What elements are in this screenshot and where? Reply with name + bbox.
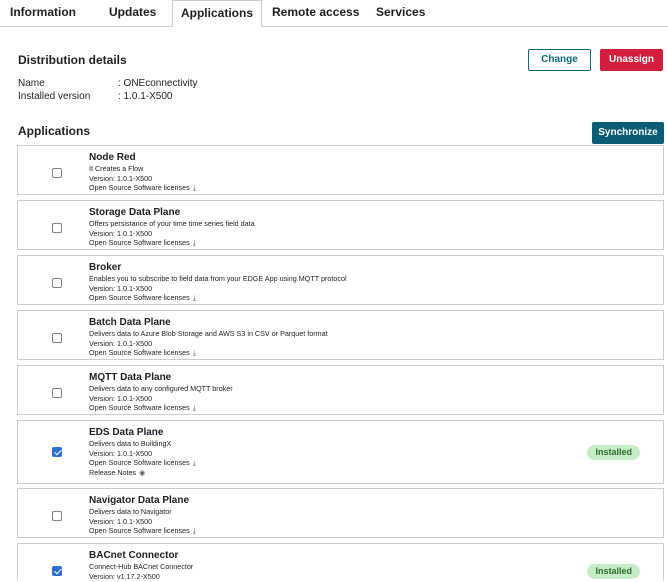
tab-services[interactable]: Services [376, 0, 425, 27]
download-icon[interactable]: ⤓ [193, 349, 196, 359]
application-version: Version: 1.0.1-X500 [89, 338, 153, 348]
licenses-link-label: Open Source Software licenses [89, 458, 190, 467]
download-icon[interactable]: ⤓ [193, 239, 196, 249]
application-card: Navigator Data Plane Delivers data to Nav… [17, 488, 664, 538]
application-description: Delivers data to Navigator [89, 507, 172, 516]
installed-badge: Installed [587, 564, 640, 579]
licenses-link[interactable]: Open Source Software licenses⤓ [89, 183, 196, 193]
application-name: Navigator Data Plane [89, 495, 190, 506]
application-checkbox[interactable] [52, 447, 62, 457]
download-icon[interactable]: ⤓ [193, 404, 196, 414]
application-name: Broker [89, 262, 122, 273]
application-name: EDS Data Plane [89, 427, 164, 438]
licenses-link-label: Open Source Software licenses [89, 293, 190, 302]
licenses-link[interactable]: Open Source Software licenses⤓ [89, 458, 196, 468]
application-description: Enables you to subscribe to field data f… [89, 274, 347, 283]
application-version: Version: 1.0.1-X500 [89, 283, 153, 293]
application-info: Storage Data Plane Offers persistance of … [89, 206, 255, 248]
licenses-link[interactable]: Open Source Software licenses⤓ [89, 403, 233, 413]
application-checkbox[interactable] [52, 566, 62, 576]
installed-version-value: : 1.0.1-X500 [118, 91, 173, 102]
application-checkbox[interactable] [52, 278, 62, 288]
application-description: Offers persistance of your time time ser… [89, 219, 255, 228]
application-card: Storage Data Plane Offers persistance of … [17, 200, 664, 250]
application-checkbox[interactable] [52, 333, 62, 343]
application-name: Batch Data Plane [89, 317, 171, 328]
application-name: BACnet Connector [89, 550, 179, 561]
licenses-link[interactable]: Open Source Software licenses⤓ [89, 526, 196, 536]
application-checkbox[interactable] [52, 223, 62, 233]
licenses-link[interactable]: Open Source Software licenses⤓ [89, 293, 347, 303]
release-notes-link[interactable]: Release Notes ◉ [89, 468, 196, 478]
scroll-fade [0, 578, 668, 582]
application-description: It Creates a Flow [89, 164, 144, 173]
application-checkbox[interactable] [52, 511, 62, 521]
application-version: Version: 1.0.1-X500 [89, 173, 153, 183]
application-version: Version: 1.0.1-X500 [89, 228, 153, 238]
licenses-link-label: Open Source Software licenses [89, 348, 190, 357]
licenses-link[interactable]: Open Source Software licenses⤓ [89, 348, 328, 358]
application-info: Batch Data Plane Delivers data to Azure B… [89, 316, 328, 358]
distribution-details-title: Distribution details [18, 53, 127, 67]
application-card: Node Red It Creates a Flow Version: 1.0.1-… [17, 145, 664, 195]
tab-bar: Information Updates Applications Remote … [0, 0, 668, 28]
licenses-link-label: Open Source Software licenses [89, 526, 190, 535]
licenses-link[interactable]: Open Source Software licenses⤓ [89, 238, 255, 248]
application-version: Version: 1.0.1-X500 [89, 516, 153, 526]
tab-remote-access[interactable]: Remote access [272, 0, 359, 27]
application-version: Version: 1.0.1-X500 [89, 393, 153, 403]
application-name: MQTT Data Plane [89, 372, 172, 383]
application-description: Delivers data to BuildingX [89, 439, 172, 448]
download-icon[interactable]: ⤓ [193, 527, 196, 537]
release-notes-label: Release Notes [89, 467, 137, 477]
application-version: Version: 1.0.1-X500 [89, 448, 153, 458]
application-card: EDS Data Plane Delivers data to BuildingX… [17, 420, 664, 484]
application-info: Broker Enables you to subscribe to field … [89, 261, 347, 303]
application-info: Node Red It Creates a Flow Version: 1.0.1-… [89, 151, 196, 193]
change-button[interactable]: Change [528, 49, 591, 71]
application-info: EDS Data Plane Delivers data to BuildingX… [89, 426, 196, 477]
tab-applications[interactable]: Applications [172, 0, 262, 28]
application-card: MQTT Data Plane Delivers data to any conf… [17, 365, 664, 415]
eye-icon[interactable]: ◉ [139, 469, 145, 479]
licenses-link-label: Open Source Software licenses [89, 403, 190, 412]
tab-information[interactable]: Information [10, 0, 76, 27]
application-name: Node Red [89, 152, 136, 163]
download-icon[interactable]: ⤓ [193, 294, 196, 304]
licenses-link-label: Open Source Software licenses [89, 183, 190, 192]
download-icon[interactable]: ⤓ [193, 459, 196, 469]
application-card: Broker Enables you to subscribe to field … [17, 255, 664, 305]
installed-version-label: Installed version [18, 91, 91, 102]
application-info: MQTT Data Plane Delivers data to any conf… [89, 371, 233, 413]
application-description: Delivers data to any configured MQTT bro… [89, 384, 233, 393]
applications-title: Applications [18, 124, 91, 138]
tab-updates[interactable]: Updates [109, 0, 156, 27]
unassign-button[interactable]: Unassign [600, 49, 663, 71]
download-icon[interactable]: ⤓ [193, 184, 196, 194]
application-info: Navigator Data Plane Delivers data to Nav… [89, 494, 196, 536]
licenses-link-label: Open Source Software licenses [89, 238, 190, 247]
name-value: : ONEconnectivity [118, 78, 198, 89]
application-checkbox[interactable] [52, 388, 62, 398]
application-description: Delivers data to Azure Blob Storage and … [89, 329, 328, 338]
application-checkbox[interactable] [52, 168, 62, 178]
application-description: Connect-Hub BACnet Connector [89, 562, 194, 571]
application-card: BACnet Connector Connect-Hub BACnet Conne… [17, 543, 664, 582]
installed-badge: Installed [587, 445, 640, 460]
name-label: Name [18, 78, 45, 89]
synchronize-button[interactable]: Synchronize [592, 122, 664, 144]
application-name: Storage Data Plane [89, 207, 181, 218]
application-card: Batch Data Plane Delivers data to Azure B… [17, 310, 664, 360]
